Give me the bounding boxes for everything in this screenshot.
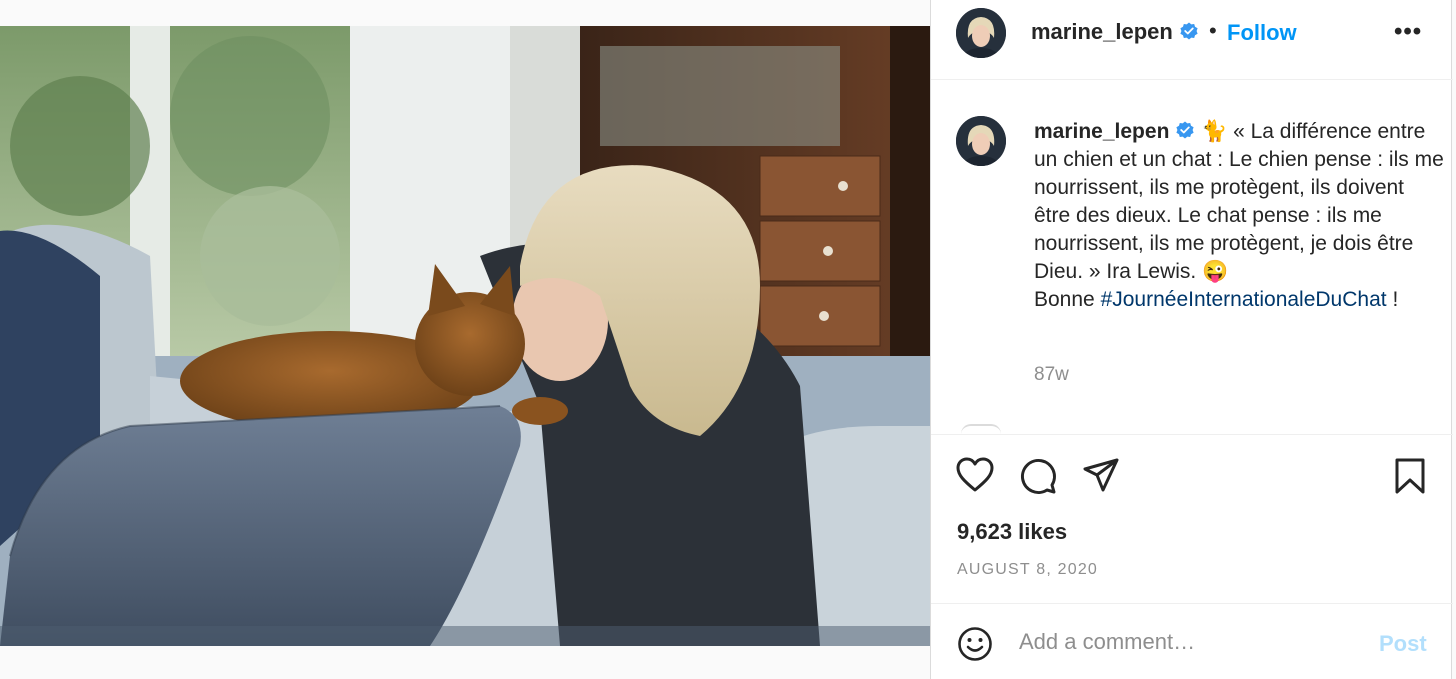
smiley-icon[interactable]: [957, 626, 993, 667]
caption-username[interactable]: marine_lepen: [1034, 120, 1169, 143]
post-caption: marine_lepen 🐈 « La différence entre un …: [1034, 118, 1444, 314]
action-bar: [931, 434, 1453, 518]
comment-avatar-peek: [961, 424, 1001, 434]
hashtag-link[interactable]: #JournéeInternationaleDuChat: [1101, 288, 1387, 311]
comment-bar: Post: [931, 603, 1453, 679]
share-icon[interactable]: [1082, 457, 1120, 500]
post-photo[interactable]: [0, 26, 930, 646]
caption-text-bonne: Bonne: [1034, 288, 1101, 311]
comment-icon[interactable]: [1019, 457, 1057, 500]
separator-dot: •: [1209, 18, 1217, 43]
instagram-post: marine_lepen • Follow ••• marine_lepen 🐈…: [0, 0, 1456, 679]
post-age[interactable]: 87w: [1034, 364, 1069, 386]
cat-emoji: 🐈: [1201, 120, 1228, 143]
username-link[interactable]: marine_lepen: [1031, 19, 1199, 45]
post-button[interactable]: Post: [1379, 631, 1427, 657]
verified-badge-icon: [1176, 121, 1194, 139]
caption-text-end: !: [1386, 288, 1399, 311]
username[interactable]: marine_lepen: [1031, 19, 1173, 44]
photo-illustration: [0, 26, 930, 646]
caption-avatar[interactable]: [956, 116, 1006, 166]
post-header: marine_lepen • Follow •••: [931, 0, 1453, 80]
verified-badge-icon: [1180, 22, 1198, 40]
avatar-image: [956, 116, 1006, 166]
avatar[interactable]: [956, 8, 1006, 58]
post-sidebar: marine_lepen • Follow ••• marine_lepen 🐈…: [930, 0, 1453, 679]
caption-text: « La différence entre un chien et un cha…: [1034, 120, 1444, 283]
follow-button[interactable]: Follow: [1227, 20, 1297, 46]
comment-input[interactable]: [1019, 626, 1359, 658]
bookmark-icon[interactable]: [1394, 457, 1426, 500]
heart-icon[interactable]: [956, 457, 994, 498]
avatar-image: [956, 8, 1006, 58]
wink-emoji: 😜: [1202, 260, 1229, 283]
likes-count[interactable]: 9,623 likes: [957, 519, 1067, 545]
more-options-icon[interactable]: •••: [1394, 18, 1422, 46]
post-date: AUGUST 8, 2020: [957, 561, 1099, 578]
